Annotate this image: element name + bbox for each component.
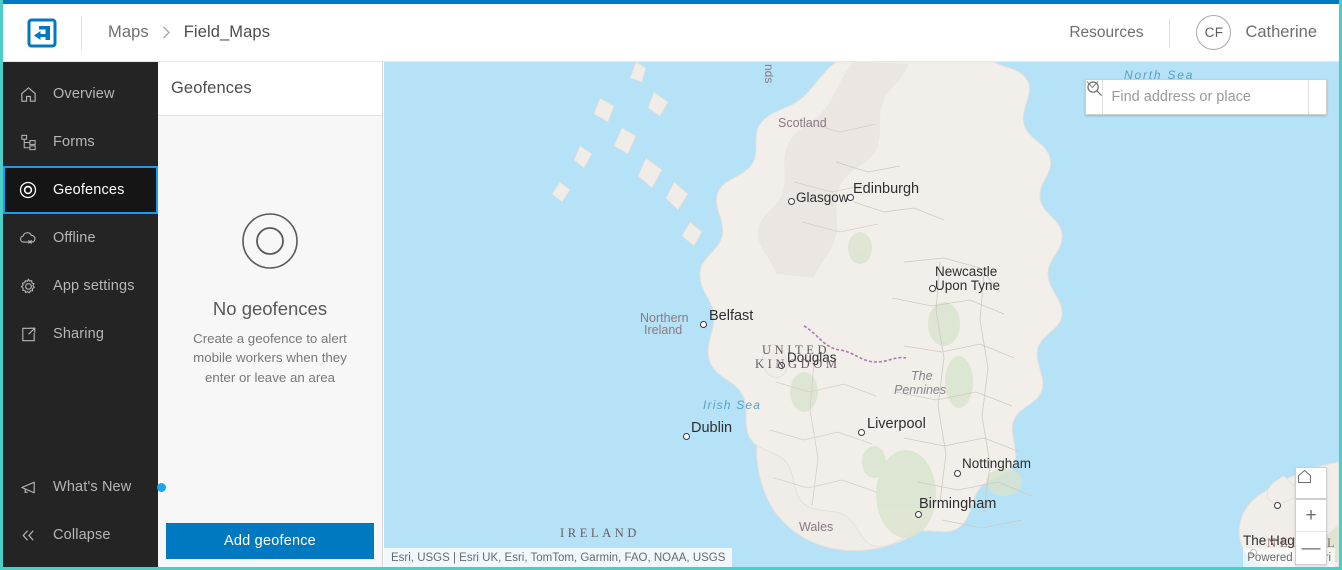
map-attribution: Esri, USGS | Esri UK, Esri, TomTom, Garm… (384, 548, 733, 567)
city-dot-belfast (700, 321, 707, 328)
sidebar: Overview Forms Geofences Offline App set… (3, 62, 167, 567)
geofence-icon (17, 179, 39, 201)
city-dot-birmingham (915, 511, 922, 518)
city-dot-liverpool (858, 429, 865, 436)
breadcrumb-item-maps[interactable]: Maps (108, 23, 149, 42)
geofences-panel: Geofences No geofences Create a geofence… (158, 62, 383, 567)
map-basemap (384, 62, 1339, 567)
zoom-in-button[interactable]: + (1296, 500, 1326, 532)
panel-header: Geofences (158, 62, 382, 116)
chevron-right-icon (162, 26, 171, 39)
sidebar-item-label: Geofences (53, 182, 125, 198)
sidebar-footer: What's New Collapse (3, 463, 167, 567)
breadcrumb: Maps Field_Maps (82, 23, 270, 42)
app-window: Maps Field_Maps Resources CF Catherine O… (0, 0, 1342, 570)
resources-link[interactable]: Resources (1069, 24, 1169, 42)
sidebar-item-label: Collapse (53, 527, 111, 543)
app-header: Maps Field_Maps Resources CF Catherine (3, 4, 1339, 62)
search-input[interactable] (1102, 80, 1308, 114)
sidebar-item-label: Offline (53, 230, 96, 246)
city-dot-glasgow (788, 198, 795, 205)
share-icon (17, 323, 39, 345)
panel-title: Geofences (171, 79, 252, 97)
forms-icon (17, 131, 39, 153)
city-dot-nottingham (954, 470, 961, 477)
sidebar-item-app-settings[interactable]: App settings (3, 262, 158, 310)
gear-icon (17, 275, 39, 297)
user-name: Catherine (1245, 23, 1317, 41)
sidebar-item-sharing[interactable]: Sharing (3, 310, 158, 358)
sidebar-item-label: App settings (53, 278, 135, 294)
header-right-group: Resources CF Catherine (1069, 15, 1339, 50)
avatar: CF (1196, 15, 1232, 50)
top-accent-bar (3, 0, 1339, 4)
breadcrumb-item-field-maps[interactable]: Field_Maps (184, 23, 270, 42)
sidebar-item-overview[interactable]: Overview (3, 70, 158, 118)
sidebar-item-forms[interactable]: Forms (3, 118, 158, 166)
sidebar-item-label: Forms (53, 134, 95, 150)
city-dot-douglas (778, 362, 785, 369)
zoom-out-button[interactable]: — (1296, 532, 1326, 564)
map-home-button[interactable] (1295, 467, 1327, 499)
map-label-highlands: nds (762, 64, 776, 84)
sidebar-item-geofences[interactable]: Geofences (3, 166, 158, 214)
panel-empty-state: No geofences Create a geofence to alert … (158, 116, 382, 523)
map-search-widget[interactable] (1085, 79, 1327, 115)
map-canvas[interactable]: Glasgow Edinburgh Newcastle Upon Tyne Be… (384, 62, 1339, 567)
empty-state-title: No geofences (212, 297, 328, 319)
offline-icon (17, 227, 39, 249)
empty-state-description: Create a geofence to alert mobile worker… (193, 330, 347, 385)
sidebar-item-offline[interactable]: Offline (3, 214, 158, 262)
sidebar-item-whats-new[interactable]: What's New (3, 463, 167, 511)
geofence-ring-icon (241, 212, 299, 275)
whats-new-badge (157, 482, 167, 492)
sidebar-item-label: Overview (53, 86, 115, 102)
search-icon[interactable] (1087, 80, 1326, 114)
city-dot-newcastle (929, 285, 936, 292)
city-dot-dublin (683, 433, 690, 440)
megaphone-icon (17, 476, 39, 498)
double-chevron-left-icon (17, 524, 39, 546)
panel-footer: Add geofence (158, 523, 382, 567)
header-divider-2 (1169, 17, 1171, 48)
app-logo[interactable] (3, 17, 81, 49)
map-zoom-controls: + — (1295, 499, 1327, 565)
sidebar-nav: Overview Forms Geofences Offline App set… (3, 62, 158, 358)
field-maps-logo-icon (27, 18, 57, 47)
city-dot-amsterdam (1274, 502, 1281, 509)
sidebar-item-collapse[interactable]: Collapse (3, 511, 158, 559)
sidebar-item-label: What's New (53, 479, 132, 495)
sidebar-item-label: Sharing (53, 326, 105, 342)
city-dot-edinburgh (847, 194, 854, 201)
home-icon (17, 83, 39, 105)
user-menu[interactable]: CF Catherine (1196, 15, 1317, 50)
add-geofence-button[interactable]: Add geofence (166, 523, 374, 559)
